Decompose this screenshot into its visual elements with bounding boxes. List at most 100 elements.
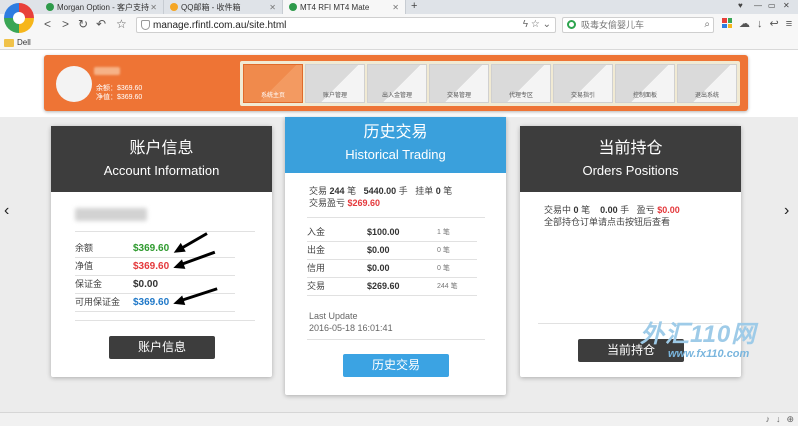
back-arrow-icon[interactable]: ↩ [770,18,779,31]
nav-label: 退出系统 [694,93,719,99]
equity-row: 净值 $369.60 [75,258,235,276]
back-icon[interactable]: < [44,18,51,31]
maximize-icon[interactable]: ▭ [768,1,776,10]
row-count: 244 笔 [437,283,458,290]
nav-agent-zone[interactable]: 代理专区 [491,64,551,103]
trades-label: 交易 [309,186,328,196]
zoom-icon[interactable]: ⊕ [786,414,794,425]
last-update-value: 2016-05-18 16:01:41 [309,323,393,333]
browser-logo[interactable] [4,3,34,33]
speaker-icon[interactable]: ♪ [765,414,770,425]
bookmark-star-icon[interactable]: ☆ [116,18,127,31]
nav-funds-management[interactable]: 出入金管理 [367,64,427,103]
tab-favicon [170,3,178,11]
status-icons: ♪ ↓ ⊕ [765,414,794,425]
account-card-header: 账户信息 Account Information [51,126,272,192]
watermark: 外汇110网 www.fx110.com [640,321,757,361]
card-title-en: Historical Trading [345,147,446,162]
pending-label: 挂单 [415,186,434,196]
cloud-icon[interactable]: ☁ [739,18,750,31]
bookmarks-bar: Dell [0,36,798,50]
carousel-next-icon[interactable]: › [784,202,789,220]
history-summary-line: 交易 244 笔 5440.00 手 挂单 0 笔 [309,185,452,197]
url-text: manage.rfintl.com.au/site.html [153,20,287,31]
new-tab-button[interactable]: + [411,0,417,13]
carousel-prev-icon[interactable]: ‹ [4,202,9,220]
nav-trade-management[interactable]: 交易管理 [429,64,489,103]
last-update-label: Last Update [309,311,358,321]
tab-title: MT4 RFI MT4 Mate [300,2,370,12]
history-row-credit: 信用 $0.00 0 笔 [307,260,477,278]
divider [307,217,485,218]
menu-icon[interactable]: ≡ [786,18,792,31]
positions-volume: 0.00 [600,205,618,215]
close-icon[interactable]: ✕ [150,3,157,12]
url-input[interactable]: manage.rfintl.com.au/site.html ϟ ☆ ⌄ [136,17,556,33]
pin-icon[interactable]: ♥ [738,1,743,10]
nav-home[interactable]: 系统主页 [243,64,303,103]
nav-account-management[interactable]: 账户管理 [305,64,365,103]
account-name-redacted [75,208,147,221]
card-title-en: Orders Positions [582,163,679,178]
search-input[interactable]: 吸毒女偷婴儿车 ⌕ [562,17,714,33]
nav-label: 系统主页 [260,93,285,99]
pnl-value: $0.00 [657,205,680,215]
apps-grid-icon[interactable] [722,18,732,28]
row-label: 出金 [307,245,326,255]
search-go-icon[interactable]: ⌕ [704,18,710,32]
row-amount: $100.00 [367,227,400,237]
download-status-icon[interactable]: ↓ [776,414,781,425]
card-title-cn: 账户信息 [129,140,194,157]
undo-icon[interactable]: ↶ [96,18,106,31]
positions-summary-line: 交易中 0 笔 0.00 手 盈亏 $0.00 [544,204,680,216]
row-value: $369.60 [133,297,170,308]
close-window-icon[interactable]: ✕ [783,1,790,10]
account-info-card: 账户信息 Account Information 余额 $369.60 净值 $… [51,126,272,377]
row-label: 保证金 [75,279,103,289]
minimize-icon[interactable]: — [754,1,762,10]
history-button[interactable]: 历史交易 [343,354,449,377]
avatar[interactable] [56,66,92,102]
reload-icon[interactable]: ↻ [78,18,88,31]
history-row-withdraw: 出金 $0.00 0 笔 [307,242,477,260]
shield-icon [141,20,150,30]
nav-control-panel[interactable]: 控制面板 [615,64,675,103]
account-info-button[interactable]: 账户信息 [109,336,215,359]
nav-label: 代理专区 [508,93,533,99]
row-count: 0 笔 [437,247,450,254]
history-pnl-line: 交易盈亏 $269.60 [309,197,380,209]
close-icon[interactable]: ✕ [269,3,276,12]
volume-unit: 手 [620,205,630,215]
user-name-redacted [94,67,120,75]
search-icon [567,20,576,29]
history-row-deposit: 入金 $100.00 1 笔 [307,224,477,242]
bookmark-dell[interactable]: Dell [17,37,31,48]
status-bar: ♪ ↓ ⊕ [0,412,798,426]
divider [75,320,255,321]
row-count: 1 笔 [437,229,450,236]
divider [307,339,485,340]
nav-logout[interactable]: 退出系统 [677,64,737,103]
row-amount: $0.00 [367,263,390,273]
url-actions[interactable]: ϟ ☆ ⌄ [523,18,551,32]
header-balance: 余额：$369.60 [96,85,143,92]
nav-label: 出入金管理 [381,93,412,99]
address-bar: < > ↻ ↶ ☆ manage.rfintl.com.au/site.html… [0,14,798,36]
row-label: 净值 [75,261,94,271]
row-value: $369.60 [133,261,170,272]
balance-row: 余额 $369.60 [75,240,235,258]
forward-icon[interactable]: > [62,18,69,31]
row-label: 入金 [307,227,326,237]
row-label: 可用保证金 [75,297,121,307]
tab-mt4-mate[interactable]: MT4 RFI MT4 Mate ✕ [283,0,406,14]
nav-trading-guide[interactable]: 交易指引 [553,64,613,103]
history-card: 历史交易 Historical Trading 交易 244 笔 5440.00… [285,117,506,395]
tab-qq-mail[interactable]: QQ邮箱 - 收件箱 ✕ [164,0,283,14]
close-icon[interactable]: ✕ [392,3,399,12]
download-icon[interactable]: ↓ [757,18,763,31]
tab-morgan-option[interactable]: Morgan Option - 客户支持 ✕ [40,0,164,14]
watermark-title: 外汇110网 [640,321,757,348]
toolbar-right: ☁ ↓ ↩ ≡ [722,18,792,31]
trades-count: 0 [573,205,579,215]
tab-bar: Morgan Option - 客户支持 ✕ QQ邮箱 - 收件箱 ✕ MT4 … [0,0,798,14]
